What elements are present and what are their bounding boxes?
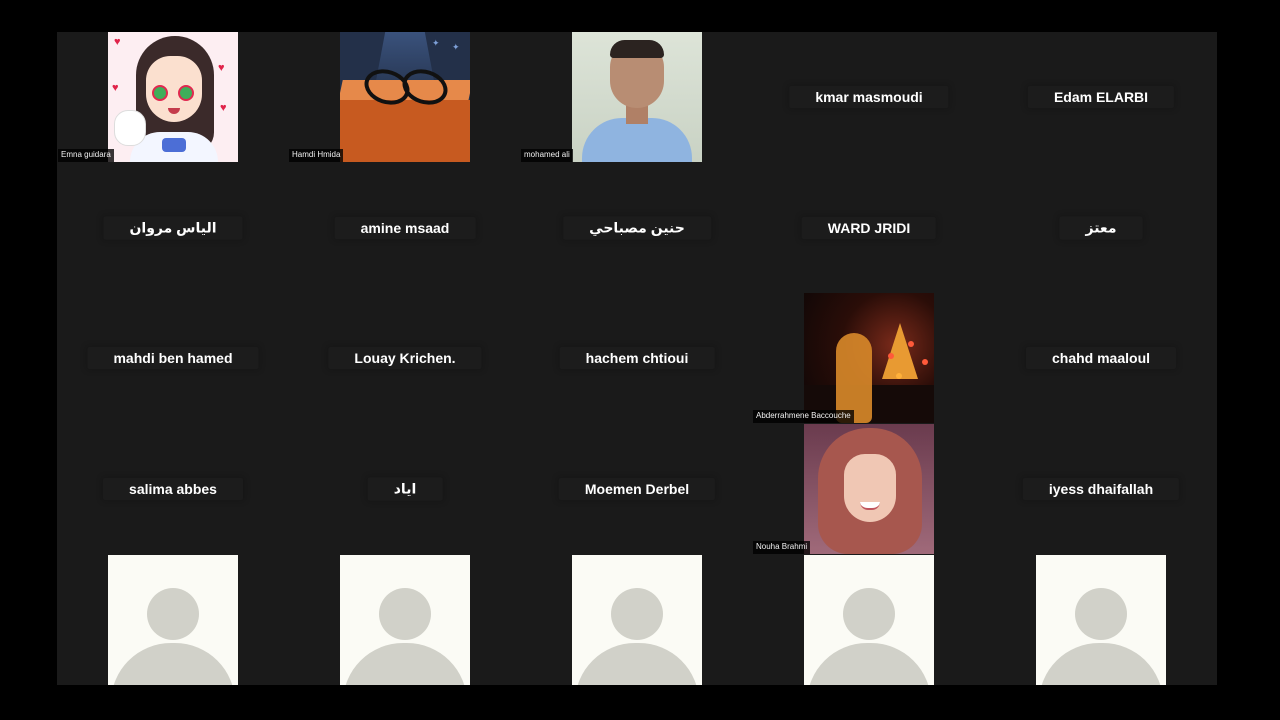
participant-name-label: Emna guidara <box>58 149 114 162</box>
participant-avatar <box>804 424 934 554</box>
participant-tile-placeholder[interactable] <box>985 555 1217 685</box>
participant-tile-chahd[interactable]: chahd maaloul <box>985 293 1217 423</box>
participant-name: WARD JRIDI <box>801 217 937 239</box>
participant-name-label: Hamdi Hmida <box>289 149 344 162</box>
participant-tile-mahdi[interactable]: mahdi ben hamed <box>57 293 289 423</box>
participant-tile-hamdi[interactable]: ✦ ✦ Hamdi Hmida <box>289 32 521 162</box>
participant-tile-louay[interactable]: Louay Krichen. <box>289 293 521 423</box>
participant-name: chahd maaloul <box>1025 347 1177 369</box>
participant-name: الياس مروان <box>103 216 243 240</box>
participant-tile-elyes[interactable]: الياس مروان <box>57 163 289 293</box>
heart-icon: ♥ <box>114 36 121 48</box>
participant-name: amine msaad <box>334 217 476 239</box>
participant-tile-amine[interactable]: amine msaad <box>289 163 521 293</box>
participant-tile-placeholder[interactable] <box>289 555 521 685</box>
participant-tile-mohamed[interactable]: mohamed ali <box>521 32 753 162</box>
person-silhouette-icon <box>572 555 702 685</box>
participant-tile-hachem[interactable]: hachem chtioui <box>521 293 753 423</box>
sparkle-icon: ✦ <box>452 42 460 52</box>
heart-icon: ♥ <box>112 82 119 94</box>
person-silhouette-icon <box>108 555 238 685</box>
participant-name: معتز <box>1059 216 1143 240</box>
participant-name: اياد <box>367 477 443 501</box>
person-silhouette-icon <box>804 555 934 685</box>
participant-name: mahdi ben hamed <box>87 347 259 369</box>
participant-avatar <box>804 293 934 423</box>
participant-name-label: Nouha Brahmi <box>753 541 811 554</box>
person-silhouette-icon <box>340 555 470 685</box>
person-silhouette-icon <box>1036 555 1166 685</box>
participant-tile-abderrahmene[interactable]: Abderrahmene Baccouche <box>753 293 985 423</box>
participant-name: Edam ELARBI <box>1027 86 1175 108</box>
participant-name: iyess dhaifallah <box>1022 478 1180 500</box>
participant-tile-kmar[interactable]: kmar masmoudi <box>753 32 985 162</box>
participant-tile-hanin[interactable]: حنين مصباحي <box>521 163 753 293</box>
participant-tile-moemen[interactable]: Moemen Derbel <box>521 424 753 554</box>
participant-tile-placeholder[interactable] <box>753 555 985 685</box>
participant-name: حنين مصباحي <box>563 216 711 240</box>
participant-tile-iyess[interactable]: iyess dhaifallah <box>985 424 1217 554</box>
participant-tile-edam[interactable]: Edam ELARBI <box>985 32 1217 162</box>
participant-tile-moataz[interactable]: معتز <box>985 163 1217 293</box>
participant-name: Louay Krichen. <box>328 347 482 369</box>
participant-name-label: mohamed ali <box>521 149 573 162</box>
sparkle-icon: ✦ <box>432 38 440 48</box>
participant-tile-nouha[interactable]: Nouha Brahmi <box>753 424 985 554</box>
participant-avatar <box>572 32 702 162</box>
participant-tile-iyad[interactable]: اياد <box>289 424 521 554</box>
participant-tile-ward[interactable]: WARD JRIDI <box>753 163 985 293</box>
participant-name-label: Abderrahmene Baccouche <box>753 410 854 423</box>
participant-name: Moemen Derbel <box>558 478 716 500</box>
heart-icon: ♥ <box>218 62 225 74</box>
participant-avatar: ♥ ♥ ♥ ♥ <box>108 32 238 162</box>
participant-name: salima abbes <box>103 478 243 500</box>
participant-name: hachem chtioui <box>559 347 715 369</box>
participant-tile-placeholder[interactable] <box>521 555 753 685</box>
participant-name: kmar masmoudi <box>789 86 949 108</box>
heart-icon: ♥ <box>220 102 227 114</box>
video-gallery: ♥ ♥ ♥ ♥ Emna guidara ✦ ✦ Hamdi Hmida moh… <box>57 32 1217 685</box>
participant-avatar: ✦ ✦ <box>340 32 470 162</box>
participant-tile-placeholder[interactable] <box>57 555 289 685</box>
participant-tile-emna[interactable]: ♥ ♥ ♥ ♥ Emna guidara <box>57 32 289 162</box>
participant-tile-salima[interactable]: salima abbes <box>57 424 289 554</box>
